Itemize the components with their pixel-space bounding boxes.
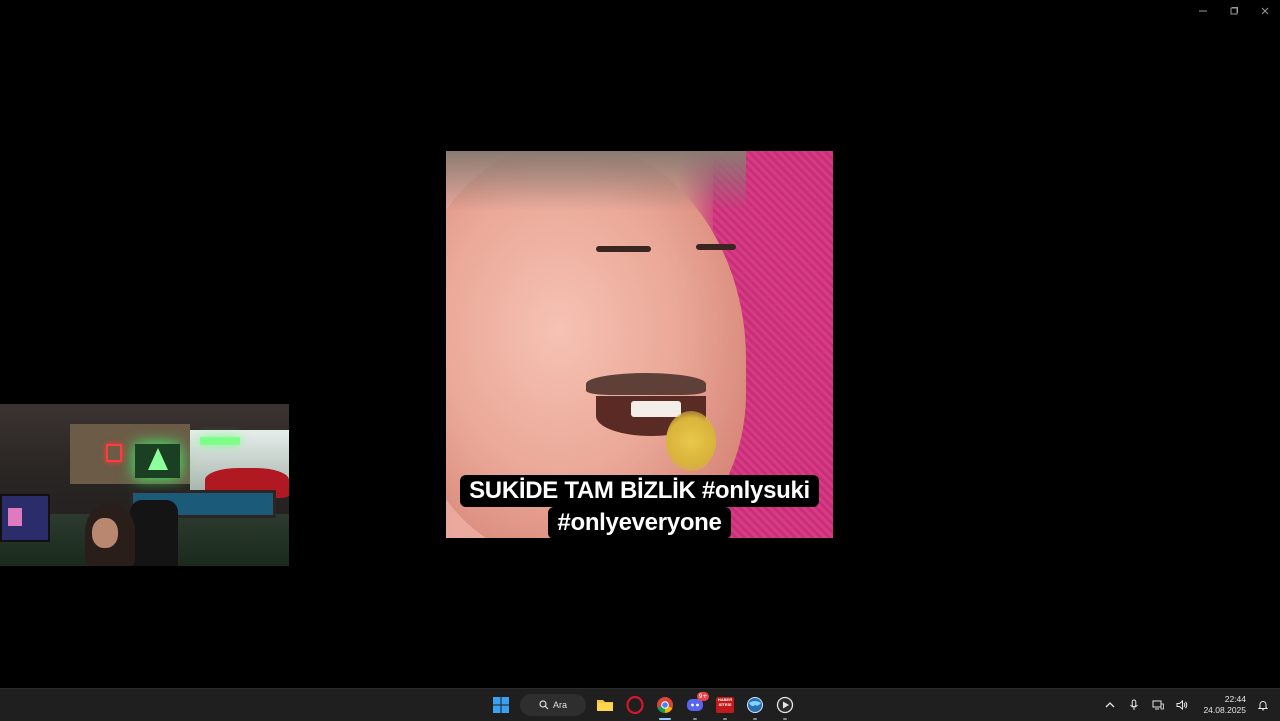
news-app-icon: HABER SİTESİ (716, 697, 734, 713)
discord-notification-badge: 9+ (697, 692, 709, 701)
video-eye-left (596, 246, 651, 252)
taskbar: Ara 9+ HABER SİTESİ 22:44 24.08.2025 (0, 688, 1280, 721)
notifications-button[interactable] (1256, 698, 1270, 712)
globe-app-button[interactable] (744, 694, 766, 720)
webcam-chair (130, 500, 178, 566)
opera-icon (626, 696, 644, 714)
media-player-button[interactable] (774, 694, 796, 720)
speaker-icon (1176, 699, 1188, 711)
close-icon (1261, 7, 1268, 15)
network-button[interactable] (1151, 698, 1165, 712)
search-label: Ara (552, 700, 567, 710)
volume-button[interactable] (1175, 698, 1189, 712)
search-icon (539, 700, 549, 710)
notification-bell-icon (1257, 701, 1269, 711)
webcam-neon-sign (200, 437, 240, 445)
microphone-button[interactable] (1127, 698, 1141, 712)
close-button[interactable] (1249, 0, 1280, 22)
media-player-icon (776, 696, 794, 714)
webcam-person-face (92, 518, 118, 548)
webcam-red-light (106, 444, 122, 462)
video-mustache (586, 373, 706, 395)
webcam-overlay (0, 404, 289, 566)
webcam-logo-triangle (148, 448, 168, 470)
clock-date: 24.08.2025 (1203, 705, 1246, 715)
taskbar-apps: Ara 9+ HABER SİTESİ (490, 689, 796, 721)
system-tray: 22:44 24.08.2025 (1103, 689, 1270, 721)
window-controls (1187, 0, 1280, 22)
caption-line-2: #onlyeveryone (548, 507, 731, 538)
discord-button[interactable]: 9+ (684, 692, 709, 720)
minimize-icon (1198, 10, 1207, 12)
restore-button[interactable] (1218, 0, 1249, 22)
chrome-button[interactable] (654, 694, 676, 720)
chrome-icon (657, 697, 673, 714)
video-yellow-object (666, 411, 716, 471)
taskbar-search-button[interactable]: Ara (520, 694, 586, 716)
news-app-button[interactable]: HABER SİTESİ (714, 694, 736, 720)
opera-button[interactable] (624, 694, 646, 716)
file-explorer-icon (597, 700, 613, 711)
globe-app-icon (747, 697, 763, 713)
network-icon (1152, 700, 1165, 710)
clock-time: 22:44 (1224, 694, 1246, 704)
video-hair (446, 151, 746, 211)
taskbar-clock[interactable]: 22:44 24.08.2025 (1203, 694, 1246, 716)
file-explorer-button[interactable] (594, 694, 616, 716)
chevron-up-icon (1105, 702, 1115, 708)
video-caption: SUKİDE TAM BİZLİK #onlysuki #onlyeveryon… (446, 475, 833, 538)
microphone-icon (1130, 699, 1139, 710)
start-button[interactable] (490, 694, 512, 716)
caption-line-1: SUKİDE TAM BİZLİK #onlysuki (460, 475, 819, 507)
show-hidden-icons-button[interactable] (1103, 698, 1117, 712)
webcam-monitor-screen (8, 508, 22, 526)
video-player[interactable]: SUKİDE TAM BİZLİK #onlysuki #onlyeveryon… (446, 151, 833, 538)
video-eye-right (696, 244, 736, 250)
video-teeth (631, 401, 681, 417)
minimize-button[interactable] (1187, 0, 1218, 22)
windows-start-icon (493, 697, 509, 713)
restore-icon (1230, 7, 1238, 15)
